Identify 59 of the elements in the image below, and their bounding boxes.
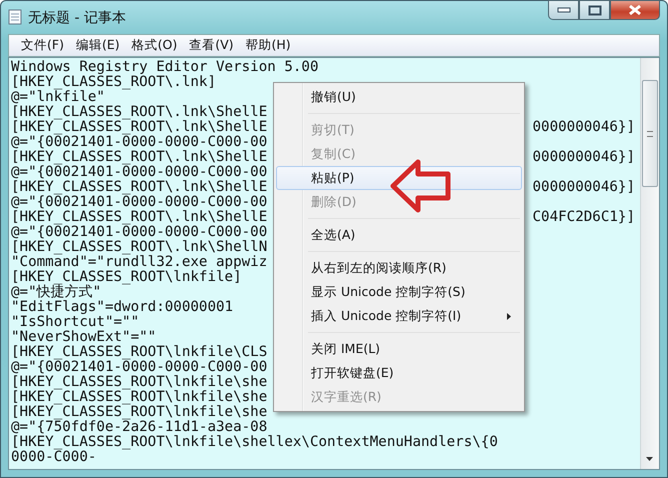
minimize-icon — [556, 7, 570, 13]
menu-item[interactable]: 帮助(H) — [240, 37, 297, 54]
text-line: [HKEY_CLASSES_ROOT\.lnk\ShellE — [11, 210, 268, 225]
text-line: @="快捷方式" — [11, 285, 102, 300]
text-line: @="{00021401-0000-0000-C000-00 — [11, 225, 268, 240]
text-line: @="{00021401-0000-0000-C000-00 — [11, 165, 268, 180]
text-line: [HKEY_CLASSES_ROOT\.lnk\ShellE — [11, 120, 268, 135]
minimize-button[interactable] — [548, 0, 579, 20]
text-line: 0000000046}] — [532, 150, 635, 165]
text-line: [HKEY_CLASSES_ROOT\lnkfile\shellex\ContextMenuHandlers\{0 — [11, 435, 498, 450]
context-menu-item[interactable]: 全选(A) — [276, 223, 522, 247]
menu-item[interactable]: 文件(F) — [15, 37, 70, 54]
text-line: @="{00021401-0000-0000-C000-00 — [11, 135, 268, 150]
text-line: 0000000046}] — [532, 180, 635, 195]
context-menu-item[interactable]: 从右到左的阅读顺序(R) — [276, 256, 522, 280]
text-line: [HKEY_CLASSES_ROOT\.lnk\ShellE — [11, 105, 268, 120]
text-line: 0000000046}] — [532, 120, 635, 135]
context-menu-item[interactable]: 显示 Unicode 控制字符(S) — [276, 280, 522, 304]
context-menu-item[interactable]: 撤销(U) — [276, 85, 522, 109]
text-line: @="lnkfile" — [11, 90, 105, 105]
text-line: [HKEY_CLASSES_ROOT\lnkfile\CLS — [11, 345, 268, 360]
text-line: [HKEY_CLASSES_ROOT\.lnk] — [11, 75, 216, 90]
text-line: @="{750fdf0e-2a26-11d1-a3ea-08 — [11, 420, 268, 435]
menu-item[interactable]: 编辑(E) — [70, 37, 126, 54]
maximize-button[interactable] — [579, 0, 610, 20]
text-line: @="{00021401-0000-0000-C000-00 — [11, 195, 268, 210]
text-line: 0000-C000- — [11, 450, 96, 465]
context-menu-item[interactable]: 插入 Unicode 控制字符(I) — [276, 304, 522, 328]
submenu-arrow-icon — [507, 312, 511, 320]
notepad-icon — [8, 9, 22, 25]
text-line: [HKEY_CLASSES_ROOT\.lnk\ShellN — [11, 240, 268, 255]
context-menu-item[interactable]: 打开软键盘(E) — [276, 361, 522, 385]
text-line: [HKEY_CLASSES_ROOT\.lnk\ShellE — [11, 150, 268, 165]
text-line: "EditFlags"=dword:00000001 — [11, 300, 234, 315]
context-menu-item[interactable]: 关闭 IME(L) — [276, 337, 522, 361]
menu-item[interactable]: 查看(V) — [183, 37, 240, 54]
menu-item[interactable]: 格式(O) — [126, 37, 184, 54]
text-line: [HKEY_CLASSES_ROOT\lnkfile\she — [11, 390, 268, 405]
close-icon — [628, 4, 642, 16]
context-menu-item[interactable]: 粘贴(P) — [276, 166, 522, 190]
scroll-thumb[interactable] — [642, 80, 658, 187]
text-area[interactable] — [8, 57, 660, 470]
text-line: [HKEY_CLASSES_ROOT\lnkfile] — [11, 270, 242, 285]
close-button[interactable] — [610, 0, 660, 20]
text-line: "Command"="rundll32.exe appwiz — [11, 255, 268, 270]
text-line: [HKEY_CLASSES_ROOT\.lnk\ShellE — [11, 180, 268, 195]
text-line: C04FC2D6C1}] — [532, 210, 635, 225]
arrow-annotation-icon — [390, 158, 452, 214]
window-title: 无标题 - 记事本 — [28, 9, 126, 27]
text-line: "IsShortcut"="" — [11, 315, 140, 330]
text-line: [HKEY_CLASSES_ROOT\lnkfile\she — [11, 405, 268, 420]
text-line: Windows Registry Editor Version 5.00 — [11, 60, 318, 75]
maximize-icon — [588, 4, 602, 16]
text-line: [HKEY_CLASSES_ROOT\lnkfile\she — [11, 375, 268, 390]
text-line: @="{00021401-0000-0000-C000-00 — [11, 360, 268, 375]
grip-icon — [647, 130, 653, 136]
text-line: "NeverShowExt"="" — [11, 330, 156, 345]
scrollbar[interactable] — [640, 58, 659, 469]
scroll-down-icon[interactable] — [646, 457, 653, 461]
